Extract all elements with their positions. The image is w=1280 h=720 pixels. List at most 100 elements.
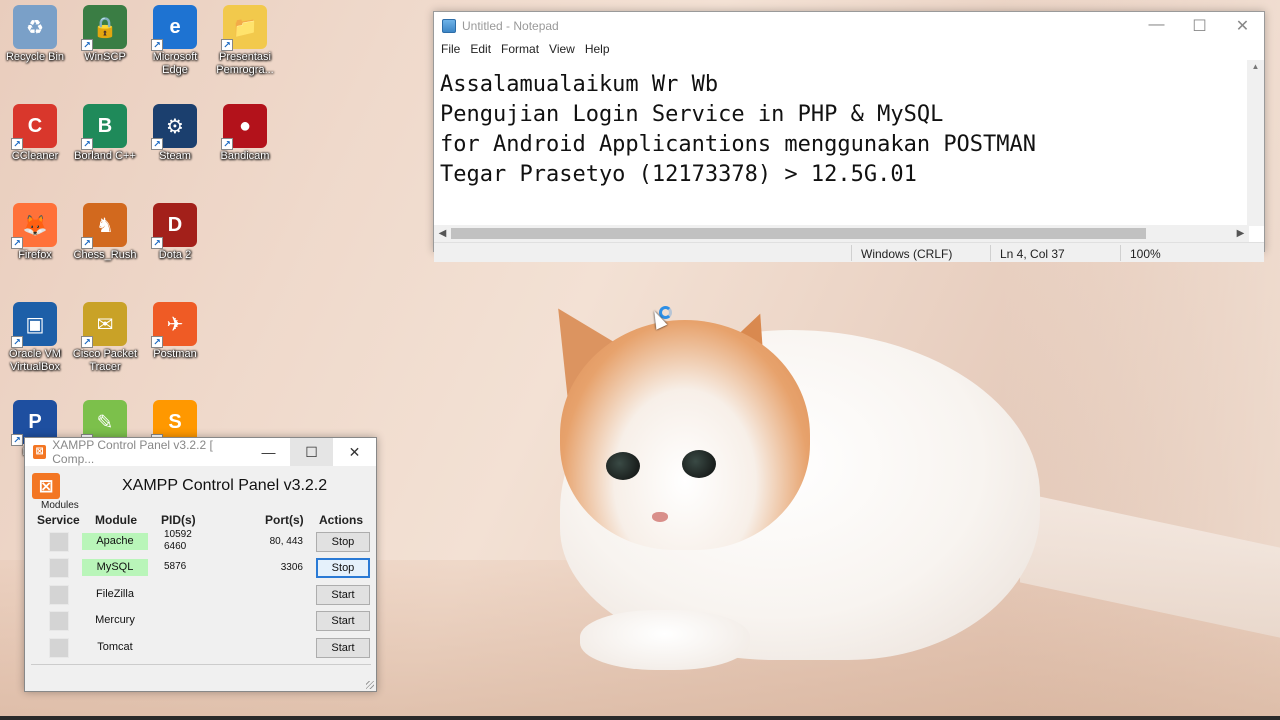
borland-icon: B ↗ [81, 104, 127, 150]
module-ports: 3306 [280, 562, 303, 573]
bandicam-icon: ● ↗ [221, 104, 267, 150]
service-checkbox[interactable] [49, 611, 69, 631]
menu-format[interactable]: Format [496, 42, 544, 56]
desktop-shortcut[interactable]: D ↗ Dota 2 [140, 203, 210, 262]
scroll-up-icon[interactable]: ▲ [1247, 60, 1264, 74]
scroll-left-icon[interactable]: ◀ [434, 225, 451, 242]
desktop-shortcut[interactable]: ✉ ↗ Cisco Packet Tracer [70, 302, 140, 374]
packet-tracer-icon: ✉ ↗ [81, 302, 127, 348]
text-line-4: Tegar Prasetyo (12173378) > 12.5G.01 [440, 162, 917, 187]
status-divider [990, 245, 991, 261]
chess-rush-icon: ♞ ↗ [81, 203, 127, 249]
column-port: Port(s) [265, 513, 304, 527]
stop-button[interactable]: Stop [316, 558, 370, 578]
module-pids: 5876 [164, 561, 186, 573]
vertical-scrollbar[interactable]: ▲ [1247, 60, 1264, 226]
desktop-shortcut-label: Recycle Bin [5, 51, 65, 63]
desktop-shortcut[interactable]: 📁 ↗ Presentasi Pemrogra... [210, 5, 280, 77]
column-pid: PID(s) [161, 513, 196, 527]
desktop-shortcut[interactable]: ♻ Recycle Bin [0, 5, 70, 64]
xampp-window[interactable]: ⊠ XAMPP Control Panel v3.2.2 [ Comp... —… [24, 437, 377, 692]
shortcut-arrow-icon: ↗ [81, 336, 93, 348]
close-icon[interactable]: ✕ [333, 438, 376, 466]
minimize-icon[interactable]: — [1135, 16, 1178, 36]
notepad-titlebar[interactable]: Untitled - Notepad — ☐ ✕ [434, 12, 1264, 39]
desktop-shortcut[interactable]: ● ↗ Bandicam [210, 104, 280, 163]
xampp-app-icon: ⊠ [33, 445, 47, 459]
notepad-statusbar: Windows (CRLF) Ln 4, Col 37 100% [434, 242, 1264, 262]
column-module: Module [95, 513, 137, 527]
desktop-shortcut-label: Postman [153, 348, 197, 360]
dota2-icon: D ↗ [151, 203, 197, 249]
module-row-tomcat: Tomcat Start [25, 635, 377, 661]
steam-icon: ⚙ ↗ [151, 104, 197, 150]
service-checkbox[interactable] [49, 558, 69, 578]
xampp-titlebar[interactable]: ⊠ XAMPP Control Panel v3.2.2 [ Comp... —… [25, 438, 376, 466]
shortcut-arrow-icon: ↗ [81, 237, 93, 249]
notepad-title: Untitled - Notepad [462, 18, 559, 33]
service-checkbox[interactable] [49, 638, 69, 658]
winscp-icon: 🔒 ↗ [81, 5, 127, 51]
cat-eye-left [606, 452, 640, 480]
desktop-shortcut-label: Presentasi Pemrogra... [216, 51, 274, 76]
maximize-icon[interactable]: ☐ [1178, 16, 1221, 36]
module-name: Tomcat [97, 641, 133, 653]
module-name: FileZilla [96, 588, 134, 600]
desktop-shortcut[interactable]: ✈ ↗ Postman [140, 302, 210, 361]
shortcut-arrow-icon: ↗ [151, 237, 163, 249]
desktop-shortcut[interactable]: e ↗ Microsoft Edge [140, 5, 210, 77]
shortcut-arrow-icon: ↗ [11, 138, 23, 150]
start-button[interactable]: Start [316, 585, 370, 605]
taskbar-edge [0, 716, 1280, 720]
shortcut-arrow-icon: ↗ [221, 39, 233, 51]
shortcut-arrow-icon: ↗ [11, 336, 23, 348]
scroll-right-icon[interactable]: ▶ [1232, 225, 1249, 242]
maximize-icon[interactable]: ☐ [290, 438, 333, 466]
horizontal-scrollbar[interactable]: ◀ ▶ [434, 225, 1249, 242]
start-button[interactable]: Start [316, 611, 370, 631]
xampp-title: XAMPP Control Panel v3.2.2 [ Comp... [52, 438, 213, 466]
desktop-shortcut-label: Chess_Rush [73, 249, 137, 261]
notepad-app-icon [442, 18, 456, 33]
status-zoom: 100% [1130, 247, 1161, 261]
desktop-shortcut[interactable]: ♞ ↗ Chess_Rush [70, 203, 140, 262]
desktop-shortcut[interactable]: ⚙ ↗ Steam [140, 104, 210, 163]
module-row-apache: Apache 10592 6460 80, 443 Stop [25, 529, 377, 555]
start-button[interactable]: Start [316, 638, 370, 658]
resize-grip-icon[interactable] [366, 681, 374, 689]
text-line-1: Assalamualaikum Wr Wb [440, 72, 719, 97]
pid-value: 5876 [164, 561, 187, 572]
edge-icon: e ↗ [151, 5, 197, 51]
stop-button[interactable]: Stop [316, 532, 370, 552]
desktop-shortcut-label: Steam [159, 150, 191, 162]
notepad-window[interactable]: Untitled - Notepad — ☐ ✕ File Edit Forma… [433, 11, 1265, 262]
service-checkbox[interactable] [49, 532, 69, 552]
notepad-text-area[interactable]: Assalamualaikum Wr Wb Pengujian Login Ser… [434, 60, 1249, 225]
shortcut-arrow-icon: ↗ [81, 39, 93, 51]
shortcut-arrow-icon: ↗ [81, 138, 93, 150]
firefox-icon: 🦊 ↗ [11, 203, 57, 249]
desktop-shortcut[interactable]: B ↗ Borland C++ [70, 104, 140, 163]
desktop-shortcut-label: Bandicam [220, 150, 270, 162]
modules-label: Modules [41, 500, 79, 511]
close-icon[interactable]: ✕ [1221, 16, 1264, 36]
log-panel-edge[interactable] [31, 664, 371, 670]
xampp-heading: XAMPP Control Panel v3.2.2 [122, 477, 328, 494]
desktop-shortcut[interactable]: 🔒 ↗ WinSCP [70, 5, 140, 64]
menu-file[interactable]: File [436, 42, 465, 56]
menu-edit[interactable]: Edit [465, 42, 496, 56]
menu-help[interactable]: Help [580, 42, 615, 56]
horizontal-scroll-thumb[interactable] [451, 228, 1146, 239]
shortcut-arrow-icon: ↗ [11, 237, 23, 249]
menu-view[interactable]: View [544, 42, 580, 56]
shortcut-arrow-icon: ↗ [221, 138, 233, 150]
desktop-shortcut[interactable]: 🦊 ↗ Firefox [0, 203, 70, 262]
minimize-icon[interactable]: — [247, 438, 290, 466]
xampp-logo-icon: ⊠ [32, 473, 60, 499]
module-row-mysql: MySQL 5876 3306 Stop [25, 555, 377, 581]
desktop-shortcut[interactable]: C ↗ CCleaner [0, 104, 70, 163]
status-divider [851, 245, 852, 261]
service-checkbox[interactable] [49, 585, 69, 605]
module-row-mercury: Mercury Start [25, 608, 377, 634]
desktop-shortcut[interactable]: ▣ ↗ Oracle VM VirtualBox [0, 302, 70, 374]
